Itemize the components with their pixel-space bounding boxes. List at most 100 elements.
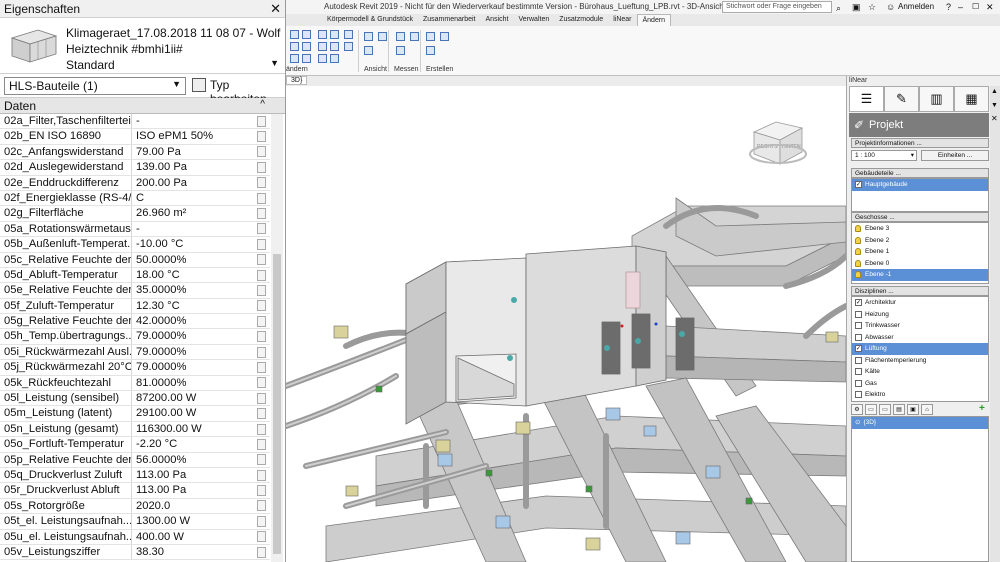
lock-checkbox-icon[interactable] — [256, 500, 266, 512]
property-value[interactable]: 29100.00 W — [132, 406, 254, 420]
property-lock[interactable] — [254, 468, 268, 482]
property-value[interactable]: 38.30 — [132, 545, 254, 559]
property-lock[interactable] — [254, 176, 268, 190]
lock-checkbox-icon[interactable] — [256, 423, 266, 435]
measure-icon[interactable] — [396, 32, 405, 41]
split-tool-icon[interactable] — [330, 30, 339, 39]
property-value[interactable]: - — [132, 222, 254, 236]
discipline-item[interactable]: ✓ Lüftung — [852, 343, 988, 355]
property-lock[interactable] — [254, 268, 268, 282]
lock-checkbox-icon[interactable] — [256, 438, 266, 450]
create-similar-icon[interactable] — [440, 32, 449, 41]
property-value[interactable]: 56.0000% — [132, 453, 254, 467]
collapse-icon[interactable]: ^ — [260, 99, 265, 110]
ribbon-tab[interactable]: Zusatzmodule — [554, 14, 608, 26]
add-icon[interactable]: + — [979, 404, 989, 414]
property-value[interactable]: 79.0000% — [132, 345, 254, 359]
property-lock[interactable] — [254, 499, 268, 513]
discipline-item[interactable]: Abwasser — [852, 332, 988, 344]
checkbox[interactable] — [855, 333, 862, 341]
property-lock[interactable] — [254, 422, 268, 436]
property-lock[interactable] — [254, 345, 268, 359]
maximize-button[interactable]: ☐ — [972, 0, 979, 14]
lock-checkbox-icon[interactable] — [256, 238, 266, 250]
chevron-down-icon[interactable]: ▾ — [911, 151, 914, 161]
section-header-daten[interactable]: Daten ^ — [0, 98, 285, 114]
edit-type-button[interactable]: Typ bearbeiten — [192, 77, 285, 106]
level-item[interactable]: Ebene 1 — [852, 246, 988, 258]
cart-icon[interactable]: ▣ — [852, 0, 861, 14]
property-lock[interactable] — [254, 129, 268, 143]
checkbox[interactable]: ✓ — [855, 345, 862, 353]
property-value[interactable]: 87200.00 W — [132, 391, 254, 405]
property-lock[interactable] — [254, 437, 268, 451]
property-value[interactable]: 50.0000% — [132, 253, 254, 267]
mirror-tool-icon[interactable] — [302, 54, 311, 63]
property-row[interactable]: 05t_el. Leistungsaufnah... 1300.00 W — [0, 514, 270, 530]
discipline-item[interactable]: Heizung — [852, 309, 988, 321]
property-row[interactable]: 02e_Enddruckdifferenz 200.00 Pa — [0, 175, 270, 191]
home-icon[interactable]: ⌂ — [921, 404, 933, 415]
copy-view-icon[interactable]: ▭ — [879, 404, 891, 415]
lock-checkbox-icon[interactable] — [256, 192, 266, 204]
level-item[interactable]: Ebene 0 — [852, 258, 988, 270]
property-value[interactable]: 35.0000% — [132, 283, 254, 297]
trim-tool-icon[interactable] — [318, 30, 327, 39]
lock-checkbox-icon[interactable] — [256, 515, 266, 527]
chevron-down-icon[interactable]: ▼ — [270, 58, 279, 68]
property-value[interactable]: ISO ePM1 50% — [132, 129, 254, 143]
3d-viewport[interactable]: RECHTS HINTEN — [286, 86, 846, 562]
property-row[interactable]: 05q_Druckverlust Zuluft 113.00 Pa — [0, 467, 270, 484]
property-value[interactable]: 113.00 Pa — [132, 483, 254, 497]
property-row[interactable]: 05b_Außenluft-Temperat... -10.00 °C — [0, 237, 270, 253]
property-lock[interactable] — [254, 114, 268, 128]
discipline-item[interactable]: Gas — [852, 378, 988, 390]
copy-tool-icon[interactable] — [302, 42, 311, 51]
lightbulb-icon[interactable] — [855, 259, 861, 267]
lock-checkbox-icon[interactable] — [256, 208, 266, 220]
offset-tool-icon[interactable] — [318, 42, 327, 51]
lock-checkbox-icon[interactable] — [256, 331, 266, 343]
property-lock[interactable] — [254, 483, 268, 497]
property-value[interactable]: 26.960 m² — [132, 206, 254, 220]
align-tool-icon[interactable] — [302, 30, 311, 39]
property-row[interactable]: 05r_Druckverlust Abluft 113.00 Pa — [0, 483, 270, 499]
property-row[interactable]: 02g_Filterfläche 26.960 m² — [0, 206, 270, 222]
discipline-item[interactable]: Kälte — [852, 366, 988, 378]
close-window-button[interactable]: ✕ — [986, 0, 994, 14]
level-item[interactable]: Ebene 3 — [852, 223, 988, 235]
property-row[interactable]: 05d_Abluft-Temperatur 18.00 °C — [0, 267, 270, 284]
checkbox[interactable] — [855, 368, 862, 376]
property-lock[interactable] — [254, 253, 268, 267]
property-lock[interactable] — [254, 222, 268, 236]
property-lock[interactable] — [254, 314, 268, 328]
property-value[interactable]: 79.0000% — [132, 329, 254, 343]
ribbon-tab[interactable]: Ändern — [636, 14, 672, 26]
lock-checkbox-icon[interactable] — [256, 346, 266, 358]
property-lock[interactable] — [254, 391, 268, 405]
checkbox[interactable] — [855, 322, 862, 330]
ribbon-tab[interactable]: liNear — [608, 14, 636, 26]
property-row[interactable]: 05p_Relative Feuchte der ... 56.0000% — [0, 452, 270, 468]
building-item[interactable]: ✓ Hauptgebäude — [852, 179, 988, 191]
property-lock[interactable] — [254, 329, 268, 343]
linear-panel-scrollbar[interactable]: ▲ ▼ ✕ — [990, 86, 1000, 562]
property-row[interactable]: 02b_EN ISO 16890 ISO ePM1 50% — [0, 129, 270, 145]
property-lock[interactable] — [254, 406, 268, 420]
property-value[interactable]: 113.00 Pa — [132, 468, 254, 482]
lock-checkbox-icon[interactable] — [256, 315, 266, 327]
property-row[interactable]: 05m_Leistung (latent) 29100.00 W — [0, 406, 270, 422]
override-view-icon[interactable] — [378, 32, 387, 41]
lightbulb-icon[interactable] — [855, 271, 861, 279]
property-row[interactable]: 05k_Rückfeuchtezahl 81.0000% — [0, 375, 270, 392]
sliders-icon[interactable]: ☰ — [849, 86, 884, 112]
disciplines-header[interactable]: Disziplinen ... — [851, 286, 989, 296]
ribbon-tab[interactable]: Verwalten — [513, 14, 554, 26]
minimize-button[interactable]: – — [958, 0, 963, 14]
lightbulb-icon[interactable] — [855, 236, 861, 244]
lock-checkbox-icon[interactable] — [256, 361, 266, 373]
user-icon[interactable]: ☺ — [886, 0, 895, 14]
array-tool-icon[interactable] — [318, 54, 327, 63]
dimension-icon[interactable] — [410, 32, 419, 41]
property-lock[interactable] — [254, 299, 268, 313]
